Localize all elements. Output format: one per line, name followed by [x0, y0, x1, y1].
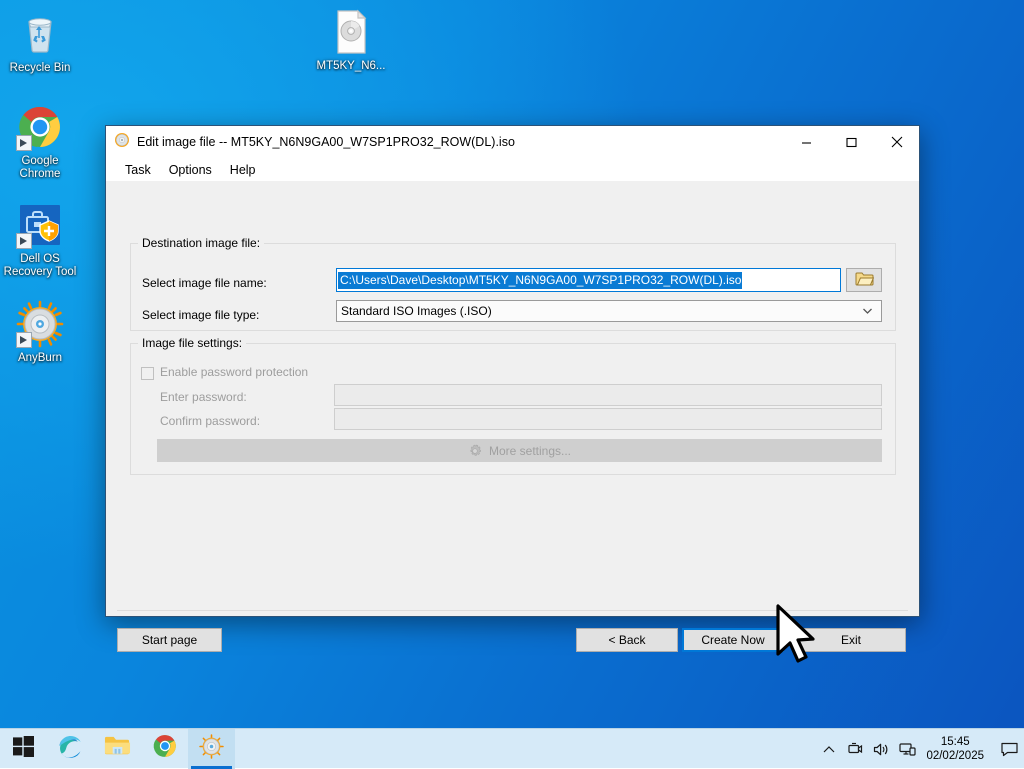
desktop-icon-anyburn[interactable]: AnyBurn [2, 300, 78, 365]
shortcut-badge-icon [16, 135, 32, 151]
removable-media-icon[interactable] [842, 729, 868, 769]
enable-password-protection-label: Enable password protection [160, 365, 308, 379]
desktop-icon-google-chrome[interactable]: Google Chrome [2, 103, 78, 181]
iso-file-icon [327, 8, 375, 56]
show-hidden-icons-button[interactable] [816, 729, 842, 769]
desktop-icon-iso-file[interactable]: MT5KY_N6... [313, 8, 389, 73]
desktop-icon-recycle-bin[interactable]: Recycle Bin [2, 10, 78, 75]
folder-open-icon [855, 271, 874, 290]
chrome-icon [16, 103, 64, 151]
maximize-button[interactable] [829, 127, 874, 158]
clock-date: 02/02/2025 [926, 749, 984, 763]
back-button[interactable]: < Back [576, 628, 678, 652]
enter-password-input[interactable] [334, 384, 882, 406]
destination-group-legend: Destination image file: [138, 236, 264, 250]
taskbar-item-microsoft-edge[interactable] [47, 729, 94, 769]
start-button[interactable] [0, 729, 47, 769]
enable-password-protection-checkbox[interactable] [141, 367, 154, 380]
folder-icon [104, 734, 131, 763]
edge-icon [57, 733, 84, 765]
window-title: Edit image file -- MT5KY_N6N9GA00_W7SP1P… [137, 135, 784, 149]
image-file-name-input[interactable]: C:\Users\Dave\Desktop\MT5KY_N6N9GA00_W7S… [336, 268, 841, 292]
select-image-file-type-label: Select image file type: [142, 308, 259, 322]
confirm-password-input[interactable] [334, 408, 882, 430]
chrome-icon [152, 733, 178, 764]
menu-bar: Task Options Help [106, 158, 919, 181]
select-image-file-name-label: Select image file name: [142, 276, 267, 290]
menu-item-task[interactable]: Task [116, 161, 160, 179]
back-label: < Back [608, 633, 645, 647]
confirm-password-label: Confirm password: [160, 414, 260, 428]
more-settings-label: More settings... [489, 444, 571, 458]
taskbar-item-file-explorer[interactable] [94, 729, 141, 769]
menu-item-help[interactable]: Help [221, 161, 265, 179]
system-tray: 15:45 02/02/2025 [816, 729, 1024, 769]
anyburn-disc-icon [16, 300, 64, 348]
chevron-down-icon[interactable] [853, 301, 881, 321]
menu-item-options[interactable]: Options [160, 161, 221, 179]
anyburn-disc-icon [199, 734, 224, 764]
start-page-label: Start page [142, 633, 197, 647]
image-file-name-value: C:\Users\Dave\Desktop\MT5KY_N6N9GA00_W7S… [338, 272, 742, 289]
recycle-bin-icon [16, 10, 64, 58]
shortcut-badge-icon [16, 332, 32, 348]
desktop-icon-label: Recycle Bin [2, 62, 78, 75]
desktop-icon-label-line2: Chrome [2, 168, 78, 181]
taskbar-item-anyburn[interactable] [188, 729, 235, 769]
title-bar[interactable]: Edit image file -- MT5KY_N6N9GA00_W7SP1P… [106, 126, 919, 158]
gear-icon [468, 444, 482, 458]
image-file-type-select[interactable]: Standard ISO Images (.ISO) [336, 300, 882, 322]
enter-password-label: Enter password: [160, 390, 247, 404]
network-icon[interactable] [894, 729, 920, 769]
desktop-icon-dell-os-recovery-tool[interactable]: Dell OS Recovery Tool [2, 201, 78, 279]
clock-time: 15:45 [926, 735, 984, 749]
more-settings-button[interactable]: More settings... [157, 439, 882, 462]
browse-file-button[interactable] [846, 268, 882, 292]
desktop: Recycle Bin Google Chrome [0, 0, 1024, 768]
minimize-button[interactable] [784, 127, 829, 158]
volume-icon[interactable] [868, 729, 894, 769]
start-page-button[interactable]: Start page [117, 628, 222, 652]
taskbar-item-google-chrome[interactable] [141, 729, 188, 769]
taskbar-clock[interactable]: 15:45 02/02/2025 [920, 735, 994, 763]
footer-separator [117, 610, 908, 611]
desktop-icon-label-line1: Google [2, 155, 78, 168]
window-client-area: Destination image file: Select image fil… [106, 181, 919, 616]
exit-label: Exit [841, 633, 861, 647]
desktop-icon-label-line1: Dell OS [2, 253, 78, 266]
create-now-button[interactable]: Create Now [682, 628, 784, 652]
close-button[interactable] [874, 127, 919, 158]
settings-group-legend: Image file settings: [138, 336, 246, 350]
anyburn-window: Edit image file -- MT5KY_N6N9GA00_W7SP1P… [105, 125, 920, 617]
exit-button[interactable]: Exit [796, 628, 906, 652]
windows-logo-icon [13, 736, 34, 762]
dell-recovery-icon [16, 201, 64, 249]
image-file-type-value: Standard ISO Images (.ISO) [341, 304, 492, 318]
desktop-icon-label: MT5KY_N6... [313, 60, 389, 73]
action-center-button[interactable] [994, 729, 1024, 769]
create-now-label: Create Now [701, 633, 764, 647]
desktop-icon-label-line2: Recovery Tool [2, 266, 78, 279]
anyburn-disc-icon [114, 132, 130, 153]
taskbar: 15:45 02/02/2025 [0, 728, 1024, 768]
shortcut-badge-icon [16, 233, 32, 249]
desktop-icon-label-line1: AnyBurn [2, 352, 78, 365]
